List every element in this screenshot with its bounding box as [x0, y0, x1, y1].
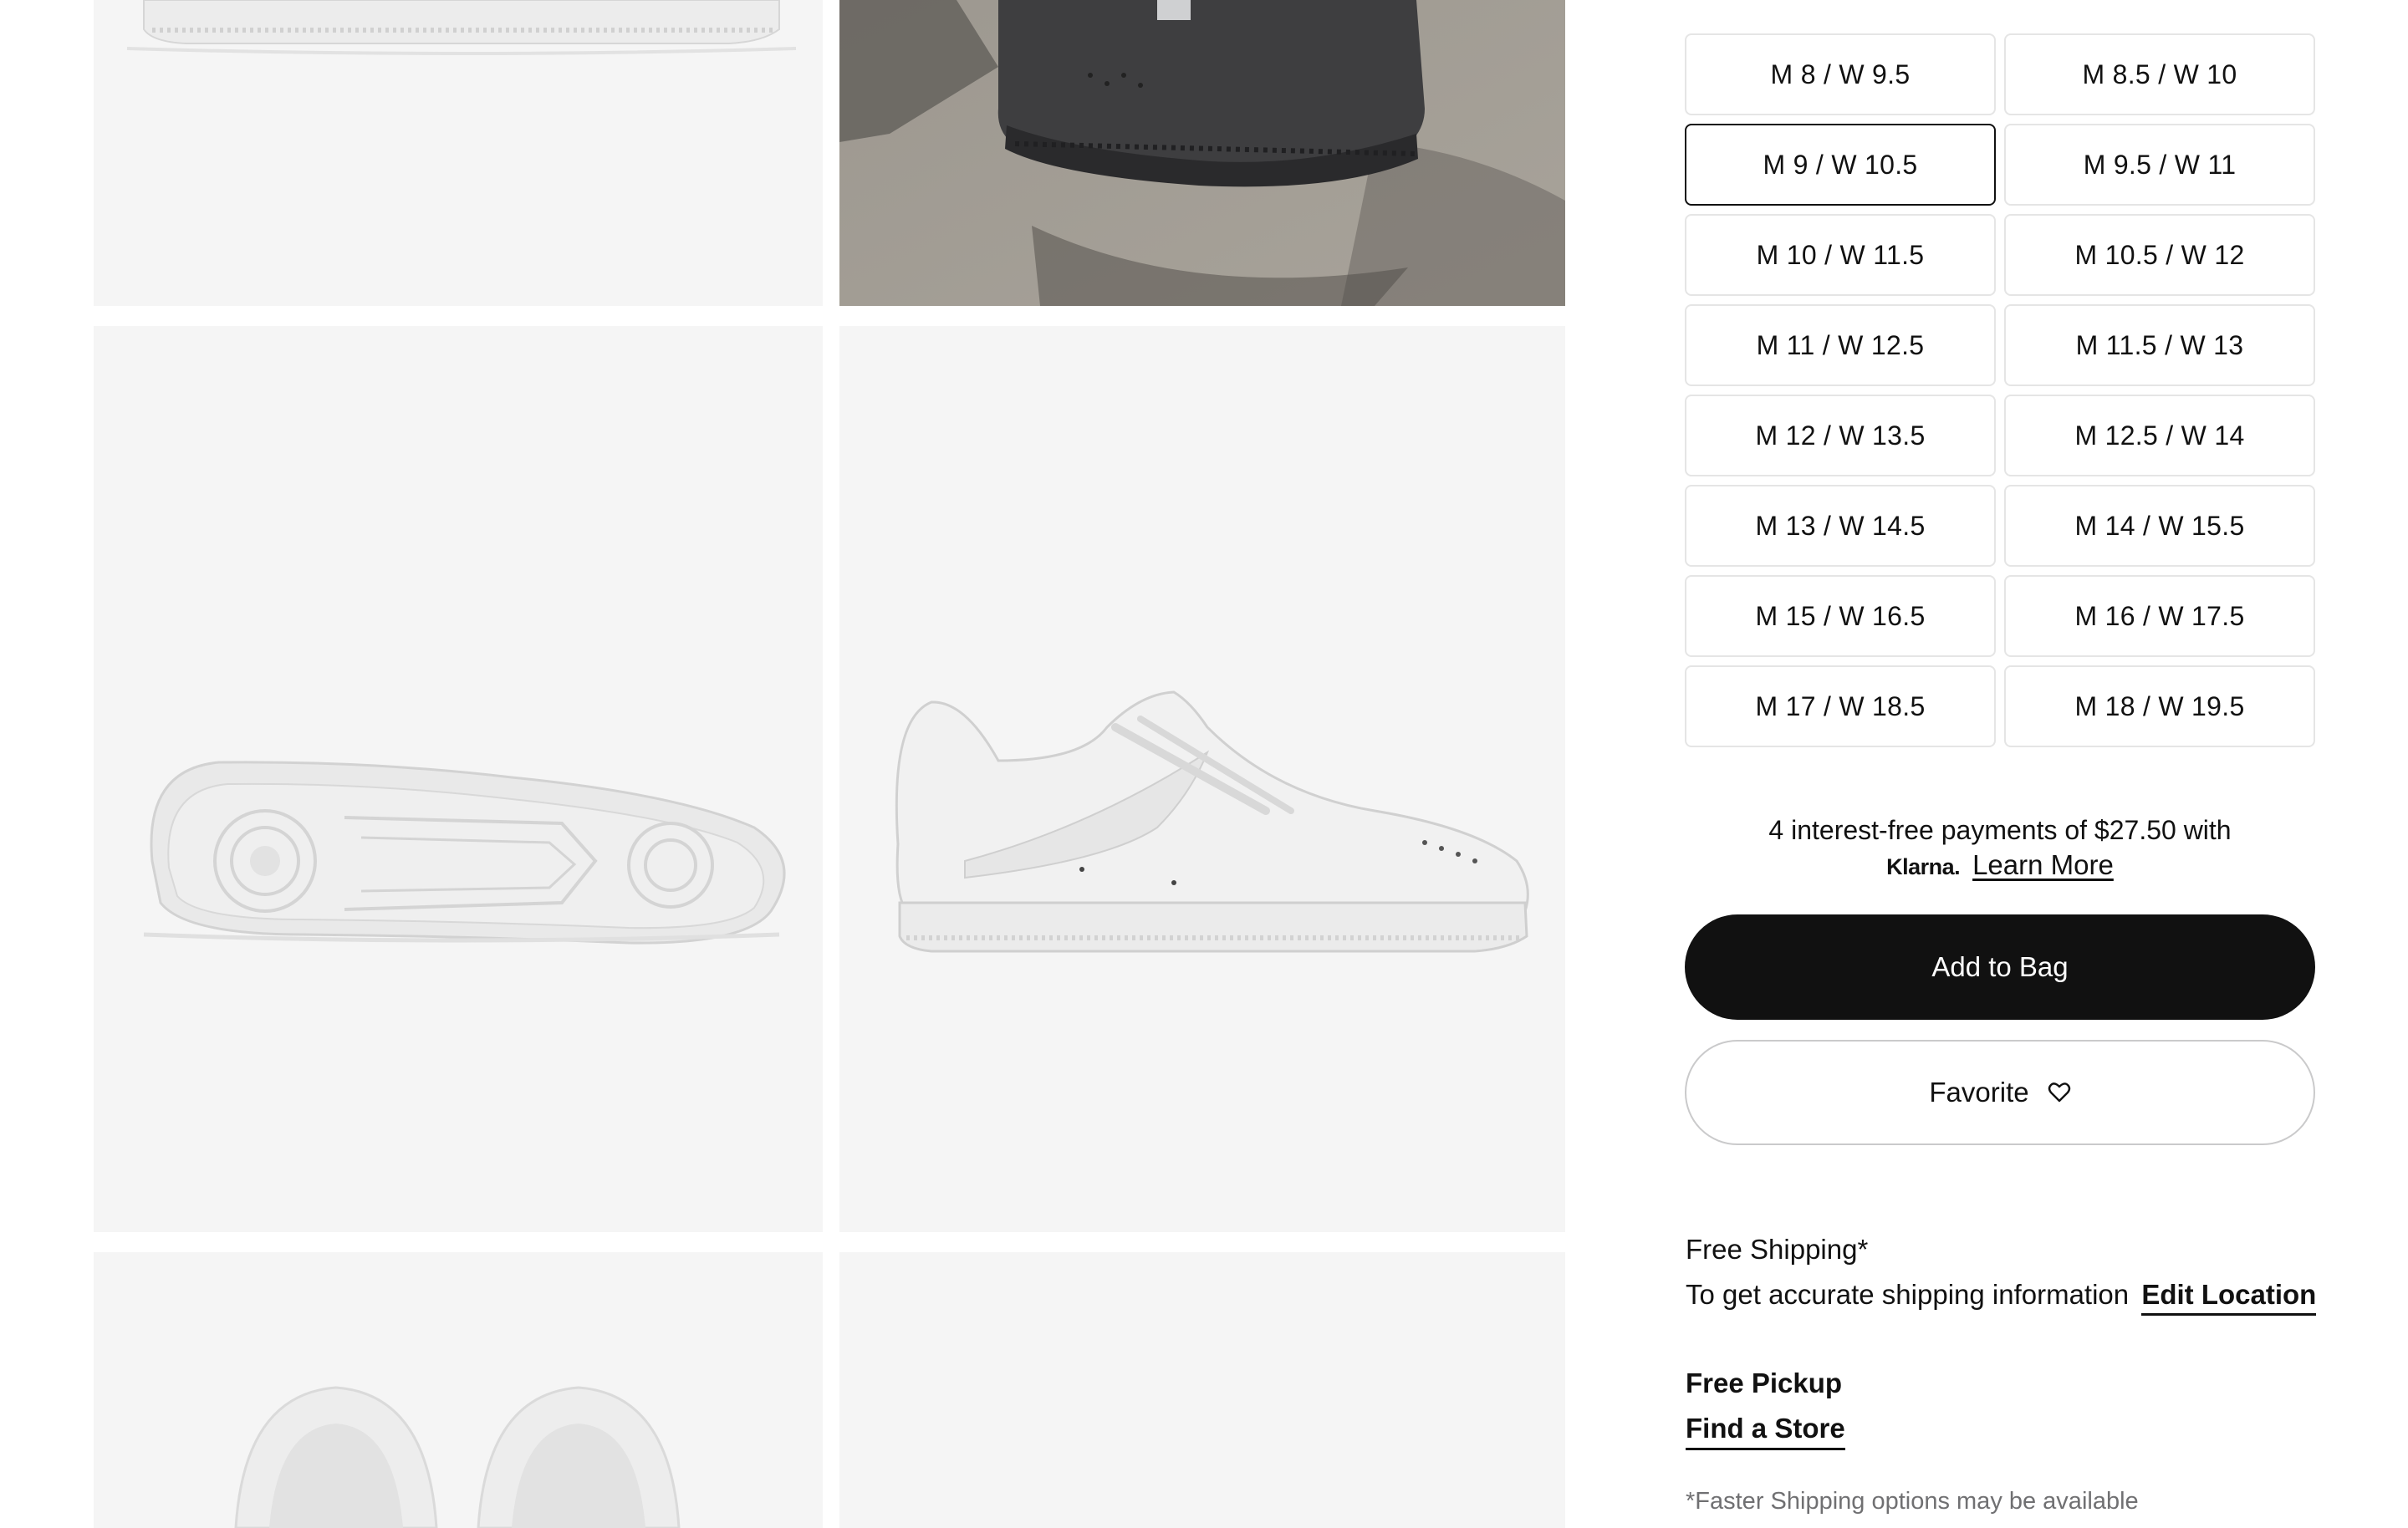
size-option[interactable]: M 10.5 / W 12 — [2004, 214, 2315, 296]
shipping-info: To get accurate shipping information Edi… — [1686, 1279, 2317, 1316]
klarna-text: 4 interest-free payments of $27.50 with — [1768, 815, 2232, 845]
product-image-top-view[interactable] — [94, 1252, 823, 1528]
add-to-bag-label: Add to Bag — [1931, 951, 2069, 982]
size-option[interactable]: M 17 / W 18.5 — [1685, 665, 1996, 747]
product-image-top-left[interactable] — [94, 0, 823, 306]
favorite-label: Favorite — [1929, 1077, 2029, 1108]
add-to-bag-button[interactable]: Add to Bag — [1685, 914, 2315, 1020]
size-option[interactable]: M 12.5 / W 14 — [2004, 395, 2315, 476]
heart-icon — [2048, 1082, 2070, 1103]
shoe-side-view — [895, 690, 1529, 953]
edit-location-link[interactable]: Edit Location — [2141, 1279, 2317, 1316]
shoe-on-pavement-photo — [839, 0, 1565, 306]
find-a-store-link[interactable]: Find a Store — [1686, 1413, 1845, 1450]
shipping-text: To get accurate shipping information — [1686, 1279, 2130, 1310]
size-option[interactable]: M 8.5 / W 10 — [2004, 33, 2315, 115]
free-shipping-heading: Free Shipping* — [1686, 1234, 1869, 1265]
shipping-footnote: *Faster Shipping options may be availabl… — [1686, 1488, 2139, 1515]
size-option[interactable]: M 10 / W 11.5 — [1685, 214, 1996, 296]
size-option[interactable]: M 13 / W 14.5 — [1685, 485, 1996, 567]
size-option[interactable]: M 9.5 / W 11 — [2004, 124, 2315, 206]
shoes-top-view-partial — [234, 1386, 681, 1528]
size-option[interactable]: M 11 / W 12.5 — [1685, 304, 1996, 386]
size-option[interactable]: M 14 / W 15.5 — [2004, 485, 2315, 567]
shoe-sole-view — [143, 761, 786, 945]
size-option[interactable]: M 12 / W 13.5 — [1685, 395, 1996, 476]
size-option[interactable]: M 11.5 / W 13 — [2004, 304, 2315, 386]
size-option[interactable]: M 8 / W 9.5 — [1685, 33, 1996, 115]
size-selector: M 8 / W 9.5 M 8.5 / W 10 M 9 / W 10.5 M 9.5… — [1685, 0, 2315, 747]
klarna-logo: Klarna. — [1886, 854, 1961, 879]
free-pickup-heading: Free Pickup — [1686, 1368, 1843, 1398]
size-option[interactable]: M 9 / W 10.5 — [1685, 124, 1996, 206]
product-image-lifestyle[interactable] — [839, 0, 1565, 306]
klarna-info: 4 interest-free payments of $27.50 with … — [1685, 812, 2315, 884]
product-image-side[interactable] — [839, 326, 1565, 1232]
size-option[interactable]: M 15 / W 16.5 — [1685, 575, 1996, 657]
favorite-button[interactable]: Favorite — [1685, 1040, 2315, 1145]
product-image-sole[interactable] — [94, 326, 823, 1232]
learn-more-link[interactable]: Learn More — [1972, 849, 2114, 880]
size-option[interactable]: M 16 / W 17.5 — [2004, 575, 2315, 657]
size-option[interactable]: M 18 / W 19.5 — [2004, 665, 2315, 747]
product-image-empty[interactable] — [839, 1252, 1565, 1528]
shoe-side-view-partial — [126, 0, 797, 55]
